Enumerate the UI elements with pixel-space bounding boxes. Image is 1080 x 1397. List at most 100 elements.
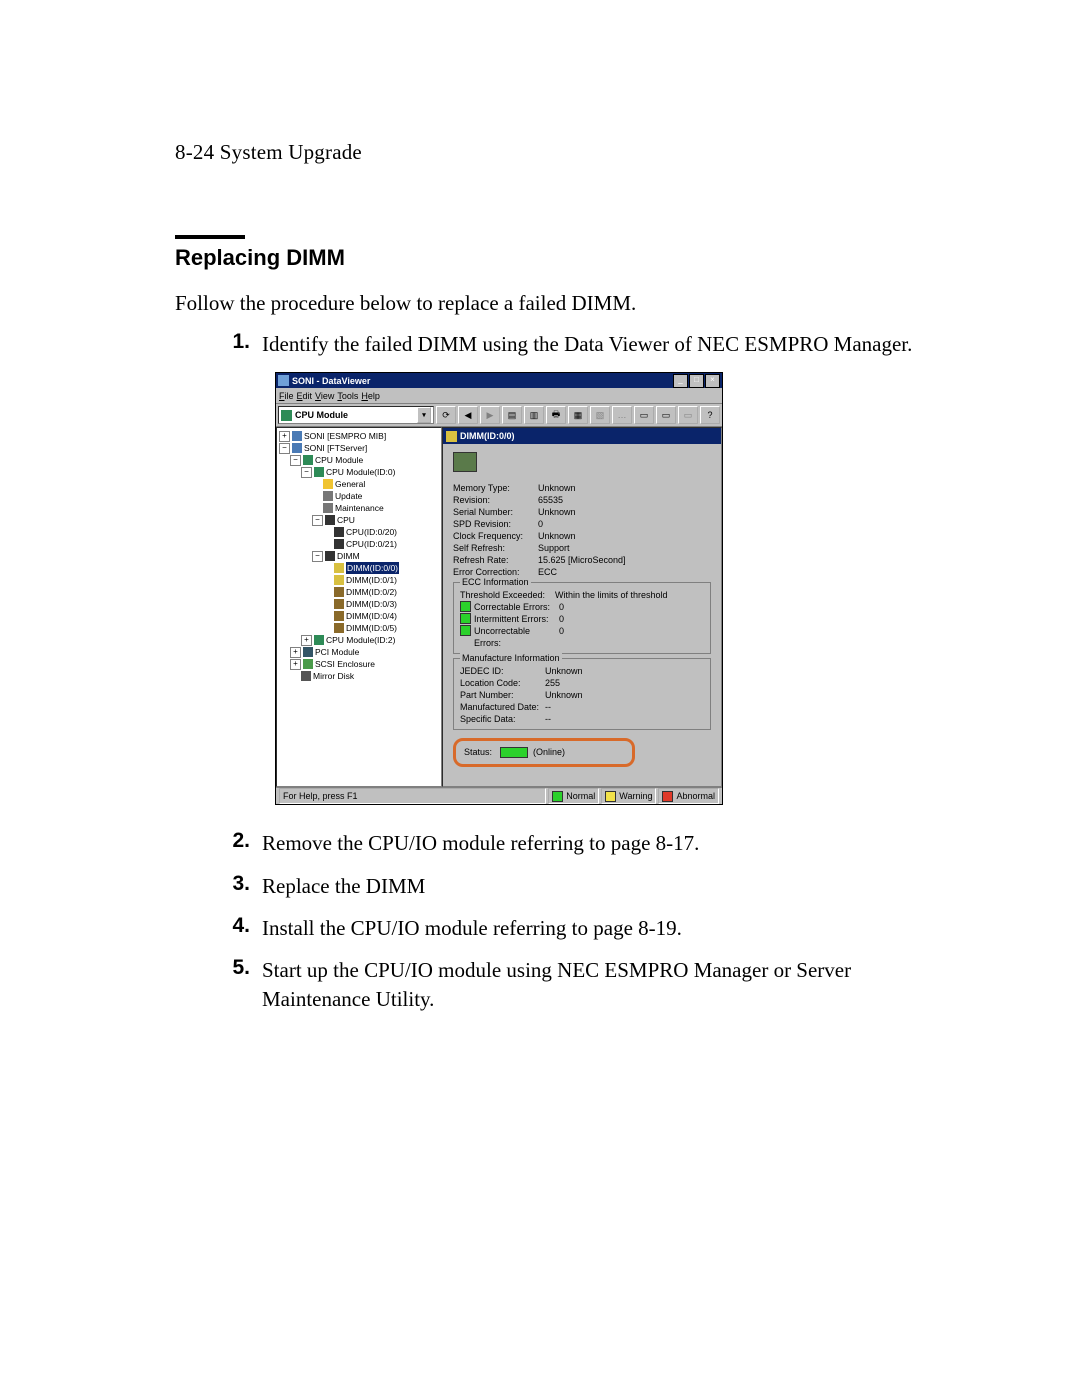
- tree-view[interactable]: +SONI [ESMPRO MIB] −SONI [FTServer] −CPU…: [276, 427, 442, 787]
- detail-pane: DIMM(ID:0/0) Memory Type:Unknown Revisio…: [442, 427, 722, 787]
- help-button[interactable]: ?: [700, 406, 720, 424]
- collapse-icon[interactable]: −: [279, 443, 290, 454]
- nav-back-button[interactable]: ◀: [458, 406, 478, 424]
- tree-item-selected[interactable]: DIMM(ID:0/0): [346, 562, 399, 574]
- maximize-button[interactable]: □: [689, 374, 704, 388]
- field-correctable: Correctable Errors:0: [460, 601, 704, 613]
- toolbar: CPU Module ▾ ⟳ ◀ ▶ ▤ ▥ 🖶 ▦ ▧ … ▭ ▭ ▭ ?: [276, 404, 722, 427]
- tool-button[interactable]: ▥: [524, 406, 544, 424]
- field-memory-type: Memory Type:Unknown: [453, 482, 711, 494]
- collapse-icon[interactable]: −: [290, 455, 301, 466]
- status-highlight-box: Status: (Online): [453, 738, 635, 767]
- tree-item[interactable]: CPU(ID:0/21): [346, 538, 397, 550]
- expand-icon[interactable]: +: [301, 635, 312, 646]
- module-icon: [314, 635, 324, 645]
- refresh-button[interactable]: ⟳: [436, 406, 456, 424]
- window-title: SONI - DataViewer: [292, 376, 673, 386]
- menu-file[interactable]: File: [279, 391, 294, 401]
- field-clock-frequency: Clock Frequency:Unknown: [453, 530, 711, 542]
- tool-button[interactable]: ▤: [502, 406, 522, 424]
- tree-item[interactable]: CPU Module: [315, 454, 363, 466]
- tree-item[interactable]: CPU: [337, 514, 355, 526]
- tree-item[interactable]: SCSI Enclosure: [315, 658, 375, 670]
- tree-item[interactable]: DIMM(ID:0/2): [346, 586, 397, 598]
- step-2: 2.Remove the CPU/IO module referring to …: [220, 829, 960, 857]
- module-selector-label: CPU Module: [295, 410, 348, 420]
- close-button[interactable]: ×: [705, 374, 720, 388]
- field-threshold: Threshold Exceeded:Within the limits of …: [460, 589, 704, 601]
- tool-button[interactable]: ▭: [634, 406, 654, 424]
- manufacture-information-group: Manufacture Information JEDEC ID:Unknown…: [453, 658, 711, 730]
- steps-list-cont: 2.Remove the CPU/IO module referring to …: [175, 829, 960, 1013]
- dimm-icon: [334, 599, 344, 609]
- step-number: 5.: [220, 956, 250, 1013]
- tree-item[interactable]: PCI Module: [315, 646, 359, 658]
- chevron-down-icon[interactable]: ▾: [417, 407, 431, 423]
- menu-help[interactable]: Help: [361, 391, 380, 401]
- module-selector[interactable]: CPU Module ▾: [278, 406, 434, 424]
- step-text: Identify the failed DIMM using the Data …: [262, 330, 960, 358]
- tree-item[interactable]: General: [335, 478, 365, 490]
- statusbar-help: For Help, press F1: [279, 788, 546, 804]
- field-jedec-id: JEDEC ID:Unknown: [460, 665, 704, 677]
- step-number: 2.: [220, 829, 250, 857]
- tree-item[interactable]: DIMM(ID:0/5): [346, 622, 397, 634]
- window-titlebar[interactable]: SONI - DataViewer _ □ ×: [276, 373, 722, 388]
- tree-item[interactable]: Update: [335, 490, 362, 502]
- dimm-icon: [446, 431, 457, 442]
- menu-edit[interactable]: Edit: [297, 391, 313, 401]
- status-swatch-green: [460, 601, 471, 612]
- tool-button[interactable]: …: [612, 406, 632, 424]
- tree-item[interactable]: CPU Module(ID:0): [326, 466, 395, 478]
- status-swatch-green: [460, 613, 471, 624]
- nav-forward-button[interactable]: ▶: [480, 406, 500, 424]
- step-text: Start up the CPU/IO module using NEC ESM…: [262, 956, 960, 1013]
- document-page: 8-24 System Upgrade Replacing DIMM Follo…: [0, 0, 1080, 1397]
- tree-item[interactable]: SONI [ESMPRO MIB]: [304, 430, 386, 442]
- collapse-icon[interactable]: −: [301, 467, 312, 478]
- tree-item[interactable]: Mirror Disk: [313, 670, 354, 682]
- field-spd-revision: SPD Revision:0: [453, 518, 711, 530]
- field-revision: Revision:65535: [453, 494, 711, 506]
- field-specific-data: Specific Data:--: [460, 713, 704, 725]
- folder-icon: [323, 479, 333, 489]
- tool-button[interactable]: ▭: [678, 406, 698, 424]
- app-icon: [278, 375, 289, 386]
- menu-view[interactable]: View: [315, 391, 334, 401]
- tree-item[interactable]: CPU Module(ID:2): [326, 634, 395, 646]
- cpu-icon: [334, 527, 344, 537]
- intro-paragraph: Follow the procedure below to replace a …: [175, 291, 960, 316]
- server-icon: [292, 431, 302, 441]
- step-3: 3.Replace the DIMM: [220, 872, 960, 900]
- tree-item[interactable]: Maintenance: [335, 502, 384, 514]
- step-text: Replace the DIMM: [262, 872, 960, 900]
- status-swatch-green: [500, 747, 528, 758]
- cpu-icon: [334, 539, 344, 549]
- module-icon: [303, 455, 313, 465]
- legend-abnormal: Abnormal: [658, 788, 719, 804]
- group-caption: ECC Information: [460, 577, 531, 587]
- tree-item[interactable]: DIMM(ID:0/3): [346, 598, 397, 610]
- detail-title-text: DIMM(ID:0/0): [460, 431, 515, 441]
- expand-icon[interactable]: +: [279, 431, 290, 442]
- tree-item[interactable]: SONI [FTServer]: [304, 442, 367, 454]
- expand-icon[interactable]: +: [290, 659, 301, 670]
- tree-item[interactable]: DIMM(ID:0/4): [346, 610, 397, 622]
- tool-button[interactable]: ▦: [568, 406, 588, 424]
- dimm-large-icon: [453, 452, 477, 472]
- tool-button[interactable]: ▧: [590, 406, 610, 424]
- dimm-icon: [334, 587, 344, 597]
- tool-button[interactable]: ▭: [656, 406, 676, 424]
- tree-item[interactable]: DIMM(ID:0/1): [346, 574, 397, 586]
- legend-warning: Warning: [601, 788, 656, 804]
- minimize-button[interactable]: _: [673, 374, 688, 388]
- dataviewer-window: SONI - DataViewer _ □ × File Edit View T…: [275, 372, 723, 805]
- dimm-icon: [334, 623, 344, 633]
- expand-icon[interactable]: +: [290, 647, 301, 658]
- collapse-icon[interactable]: −: [312, 515, 323, 526]
- menu-tools[interactable]: Tools: [337, 391, 358, 401]
- print-button[interactable]: 🖶: [546, 406, 566, 424]
- tree-item[interactable]: DIMM: [337, 550, 360, 562]
- tree-item[interactable]: CPU(ID:0/20): [346, 526, 397, 538]
- collapse-icon[interactable]: −: [312, 551, 323, 562]
